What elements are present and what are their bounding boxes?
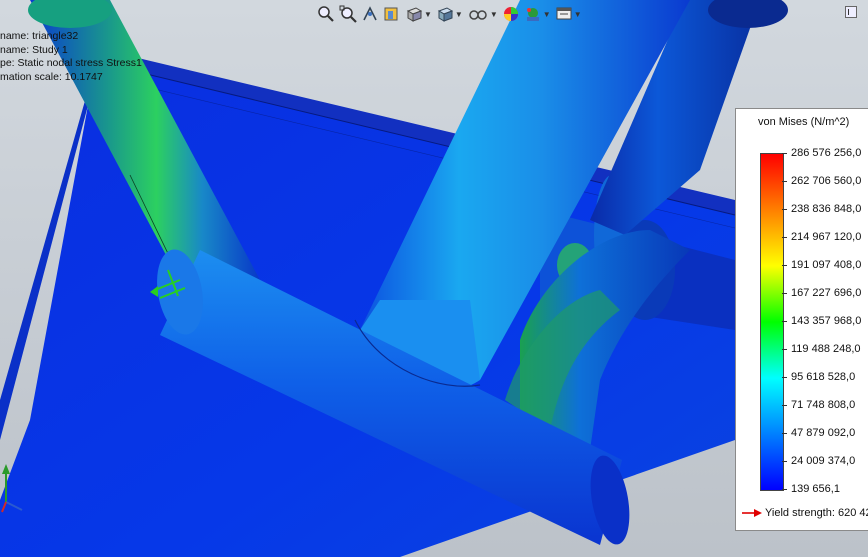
legend-tick-label: 24 009 374,0 bbox=[791, 455, 856, 467]
legend-tick-mark bbox=[782, 237, 787, 238]
legend-tick-label: 214 967 120,0 bbox=[791, 231, 862, 243]
view-settings-icon bbox=[556, 7, 572, 20]
chevron-down-icon: ▼ bbox=[424, 9, 432, 19]
chevron-down-icon: ▼ bbox=[573, 9, 582, 19]
legend-tick-mark bbox=[782, 209, 787, 210]
yield-strength: Yield strength: 620 42 bbox=[741, 507, 868, 519]
legend-tick-label: 47 879 092,0 bbox=[791, 427, 856, 439]
legend-tick-mark bbox=[782, 181, 787, 182]
yield-strength-label: Yield strength: 620 42 bbox=[765, 507, 868, 519]
legend-colorbar bbox=[760, 153, 784, 491]
legend-tick-label: 238 836 848,0 bbox=[791, 203, 862, 215]
hide-show-items-button[interactable]: ▼ bbox=[466, 4, 499, 24]
edit-appearance-icon bbox=[503, 7, 518, 21]
legend-tick-label: 286 576 256,0 bbox=[791, 147, 862, 159]
chevron-down-icon: ▼ bbox=[489, 9, 498, 19]
chevron-down-icon: ▼ bbox=[454, 9, 463, 19]
hide-show-items-icon bbox=[469, 10, 487, 20]
legend-tick-label: 262 706 560,0 bbox=[791, 175, 862, 187]
legend-tick-label: 119 488 248,0 bbox=[791, 343, 861, 355]
zoom-to-fit-icon bbox=[318, 6, 334, 22]
display-style-icon bbox=[437, 7, 454, 22]
previous-view-button[interactable] bbox=[360, 4, 380, 24]
viewport-menu-button[interactable] bbox=[845, 6, 857, 18]
view-orientation-icon bbox=[406, 7, 423, 22]
zoom-to-fit-button[interactable] bbox=[316, 4, 336, 24]
legend-tick-label: 139 656,1 bbox=[791, 483, 840, 495]
stress-legend[interactable]: von Mises (N/m^2) 286 576 256,0 262 706 5… bbox=[735, 108, 868, 531]
legend-tick-label: 167 227 696,0 bbox=[791, 287, 862, 299]
legend-tick-mark bbox=[782, 405, 787, 406]
info-study-name: name: Study 1 bbox=[0, 43, 68, 56]
heads-up-view-toolbar: ▼ ▼ ▼ ▼ ▼ bbox=[316, 3, 583, 25]
legend-tick-mark bbox=[782, 293, 787, 294]
display-style-button[interactable]: ▼ bbox=[435, 4, 464, 24]
legend-tick-mark bbox=[782, 265, 787, 266]
view-orientation-button[interactable]: ▼ bbox=[404, 4, 433, 24]
study-info: name: triangle32 name: Study 1 pe: Stati… bbox=[0, 30, 142, 84]
view-settings-button[interactable]: ▼ bbox=[554, 4, 583, 24]
section-view-icon bbox=[384, 7, 398, 21]
reference-triad-icon bbox=[1, 464, 23, 513]
legend-tick-label: 143 357 968,0 bbox=[791, 315, 862, 327]
zoom-to-area-icon bbox=[339, 5, 357, 23]
edit-appearance-button[interactable] bbox=[501, 4, 521, 24]
legend-tick-mark bbox=[782, 153, 787, 154]
info-plot-type: pe: Static nodal stress Stress1 bbox=[0, 57, 142, 69]
legend-tick-label: 95 618 528,0 bbox=[791, 371, 856, 383]
legend-tick-label: 71 748 808,0 bbox=[791, 399, 856, 411]
chevron-down-icon: ▼ bbox=[542, 9, 551, 19]
zoom-to-area-button[interactable] bbox=[338, 4, 358, 24]
section-view-button[interactable] bbox=[382, 4, 402, 24]
legend-tick-mark bbox=[782, 461, 787, 462]
legend-tick-mark bbox=[782, 377, 787, 378]
legend-tick-mark bbox=[782, 433, 787, 434]
legend-tick-mark bbox=[782, 349, 787, 350]
apply-scene-icon bbox=[526, 8, 539, 21]
legend-title: von Mises (N/m^2) bbox=[758, 116, 850, 128]
info-model-name: name: triangle32 bbox=[0, 30, 79, 42]
yield-arrow-icon bbox=[742, 509, 762, 517]
legend-tick-label: 191 097 408,0 bbox=[791, 259, 862, 271]
info-deformation-scale: mation scale: 10.1747 bbox=[0, 70, 103, 83]
legend-tick-mark bbox=[782, 321, 787, 322]
previous-view-icon bbox=[363, 6, 377, 21]
apply-scene-button[interactable]: ▼ bbox=[523, 4, 552, 24]
legend-tick-mark bbox=[782, 489, 787, 490]
